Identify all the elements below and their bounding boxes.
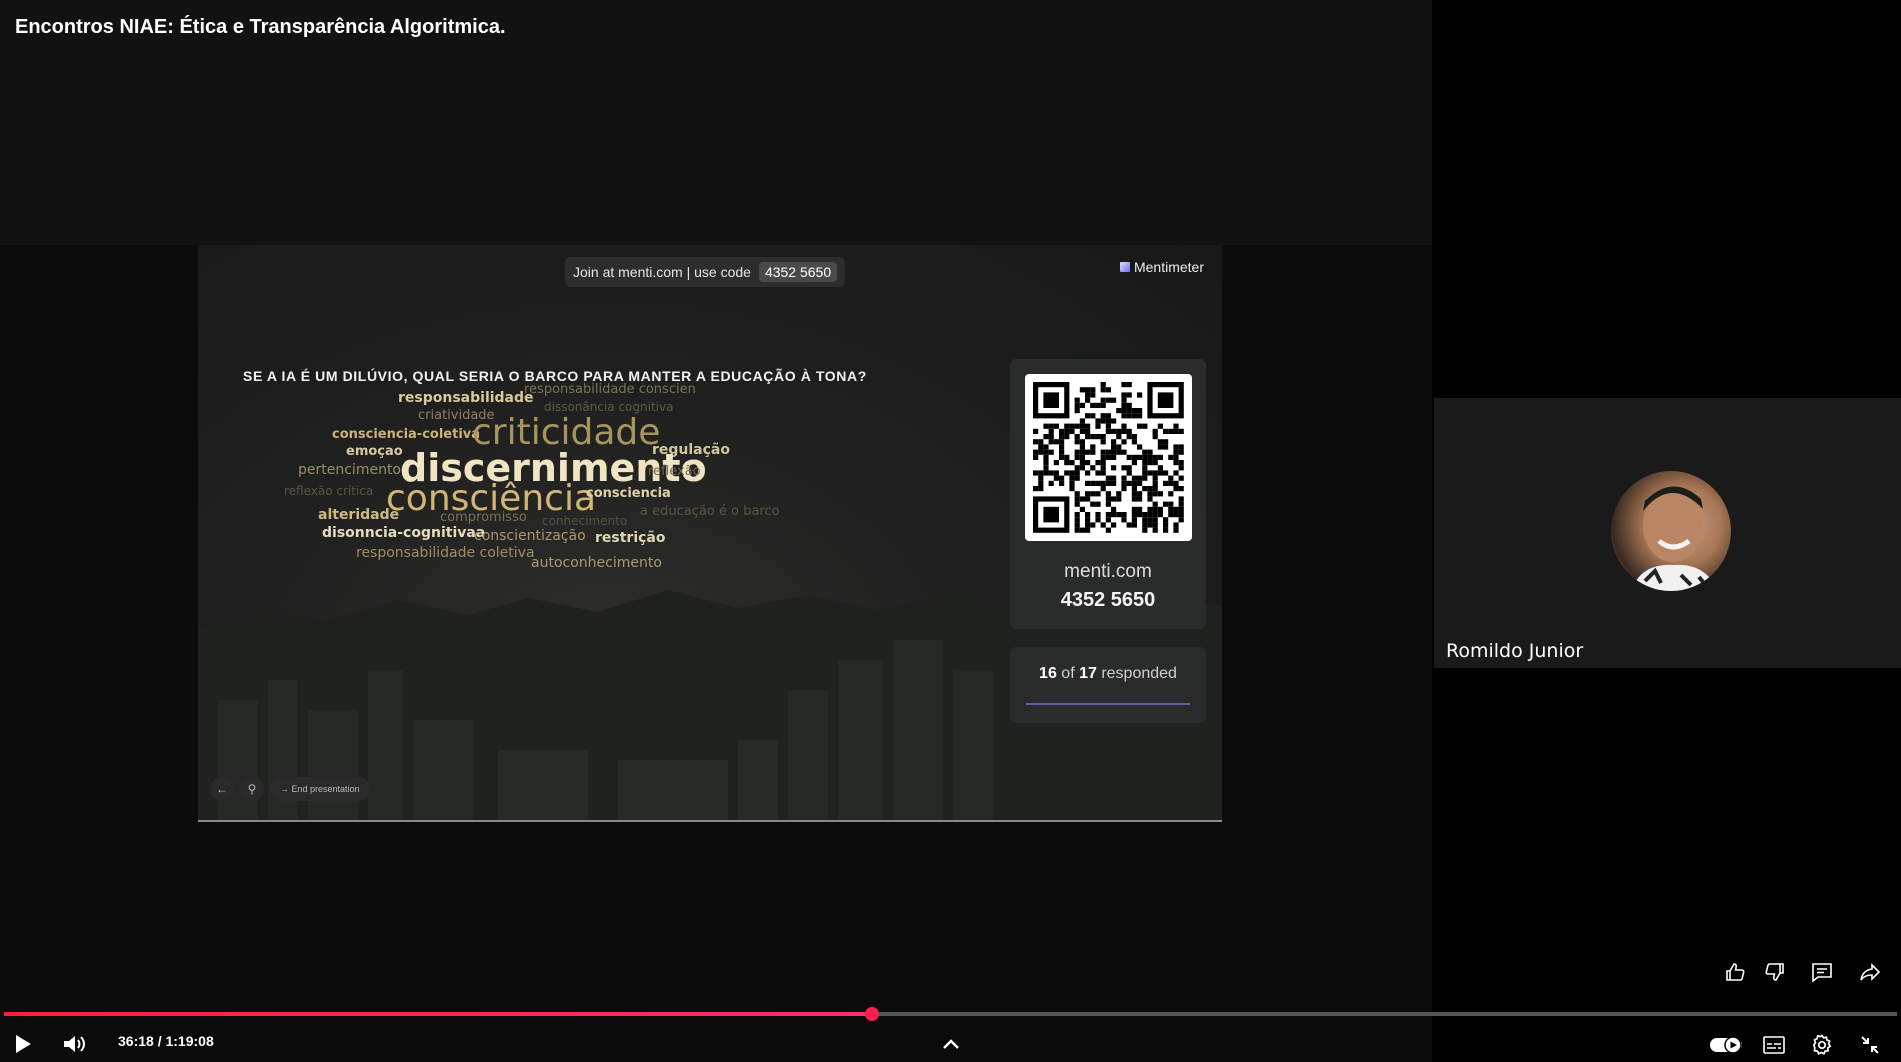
slide-navigation: ← ⚲ → End presentation: [210, 777, 370, 801]
word-cloud-item: emoçao: [346, 444, 403, 459]
qr-code-image: [1025, 374, 1192, 541]
join-text: Join at menti.com | use code: [573, 264, 751, 280]
participant-tile: Romildo Junior: [1434, 398, 1901, 668]
letterbox-bottom: [0, 821, 1432, 1062]
word-cloud-item: pertencimento: [298, 462, 401, 478]
qr-url: menti.com: [1064, 561, 1152, 582]
comment-icon[interactable]: [1808, 958, 1836, 986]
word-cloud-item: conscientização: [474, 528, 586, 544]
word-cloud-item: consciencia-coletiva: [332, 427, 481, 442]
word-cloud-item: reflexão crítica: [284, 484, 374, 498]
duration: 1:19:08: [165, 1033, 214, 1049]
word-cloud-item: compromisso: [440, 510, 527, 525]
word-cloud-item: reflexão: [648, 464, 701, 479]
captions-icon[interactable]: [1760, 1031, 1788, 1059]
participant-avatar: [1611, 471, 1731, 591]
mentimeter-mark-icon: [1119, 262, 1130, 272]
responses-panel: 16 of 17 responded: [1010, 647, 1206, 723]
responded-suffix: responded: [1096, 665, 1177, 682]
mentimeter-logo-text: Mentimeter: [1133, 259, 1204, 275]
word-cloud-item: conhecimento: [542, 514, 628, 528]
video-title: Encontros NIAE: Ética e Transparência Al…: [15, 16, 506, 38]
join-instructions: Join at menti.com | use code 4352 5650: [565, 257, 846, 287]
exit-fullscreen-icon[interactable]: [1856, 1031, 1884, 1059]
responded-status: 16 of 17 responded: [1010, 665, 1206, 683]
word-cloud-item: a educação é o barco: [640, 504, 780, 519]
responded-of: of: [1056, 665, 1080, 682]
responses-bar: [1026, 703, 1190, 705]
word-cloud-item: alteridade: [318, 507, 400, 523]
thumbs-up-icon[interactable]: [1721, 958, 1749, 986]
time-display: 36:18 / 1:19:08: [118, 1033, 214, 1049]
slide-pin-icon: ⚲: [240, 777, 264, 801]
word-cloud-item: responsabilidade coletiva: [356, 545, 535, 561]
end-presentation-label: End presentation: [291, 784, 360, 794]
thumbs-down-icon[interactable]: [1761, 958, 1789, 986]
qr-join-code: 4352 5650: [1060, 589, 1156, 611]
participant-name: Romildo Junior: [1446, 640, 1584, 662]
share-icon[interactable]: [1856, 958, 1884, 986]
join-code: 4352 5650: [758, 262, 838, 282]
responded-total: 17: [1079, 665, 1097, 682]
slide-back-icon: ←: [210, 777, 234, 801]
presentation-slide: Join at menti.com | use code 4352 5650 M…: [198, 245, 1222, 822]
autoplay-toggle-icon[interactable]: [1708, 1032, 1744, 1058]
qr-panel: menti.com 4352 5650: [1010, 359, 1206, 629]
word-cloud-item: restrição: [595, 530, 666, 546]
end-presentation-button: → End presentation: [270, 777, 370, 801]
current-time: 36:18: [118, 1033, 154, 1049]
chevron-up-icon[interactable]: [938, 1030, 964, 1058]
word-cloud-item: responsabilidade conscien: [524, 382, 696, 397]
mentimeter-logo: Mentimeter: [1119, 259, 1204, 275]
gear-icon[interactable]: [1808, 1031, 1836, 1059]
volume-icon[interactable]: [60, 1030, 90, 1058]
word-cloud-item: responsabilidade: [398, 390, 534, 406]
video-player[interactable]: Encontros NIAE: Ética e Transparência Al…: [0, 0, 1432, 1062]
progress-played: [4, 1012, 873, 1016]
word-cloud-item: disonncia-cognitivaa: [322, 525, 486, 541]
play-icon[interactable]: [10, 1030, 36, 1058]
progress-bar[interactable]: [4, 1007, 1897, 1021]
word-cloud-item: consciencia: [586, 486, 671, 501]
word-cloud-item: autoconhecimento: [531, 555, 662, 571]
responded-count: 16: [1039, 665, 1057, 682]
time-separator: /: [153, 1033, 166, 1049]
